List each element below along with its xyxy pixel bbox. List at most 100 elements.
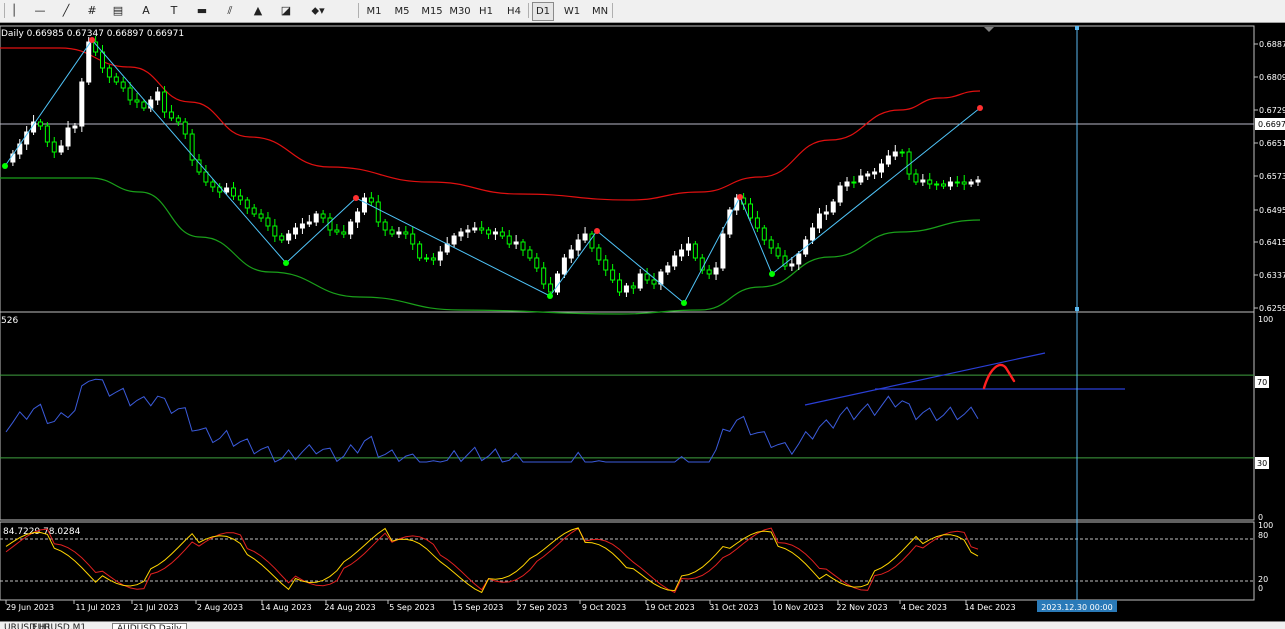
toolbar-separator [528, 3, 529, 18]
candle-body [506, 235, 512, 245]
candle-body [892, 151, 898, 157]
channel-tool[interactable]: ⫽ [219, 2, 241, 19]
zigzag-point-marker [89, 37, 95, 43]
timeframe-m5-button[interactable]: M5 [390, 2, 414, 21]
stoch-level-label: 20 [1258, 575, 1268, 584]
price-label: 0.6495 [1259, 206, 1285, 215]
zigzag-point-marker [283, 260, 289, 266]
candle-body [644, 273, 650, 281]
candle-body [58, 145, 64, 153]
chart-area[interactable]: 0.6887 0.6809 0.6729 0.6651 0.6573 0.6495 0.64… [0, 22, 1285, 628]
zigzag-point-marker [769, 271, 775, 277]
price-label: 0.6887 [1259, 40, 1285, 49]
price-label: 0.6809 [1259, 73, 1285, 82]
candle-body [492, 231, 498, 235]
timeframe-m30-button[interactable]: M30 [446, 2, 474, 21]
timeframe-m1-button[interactable]: M1 [362, 2, 386, 21]
price-label: 0.6337 [1259, 271, 1285, 280]
date-label: 5 Sep 2023 [389, 603, 435, 612]
candle-body [768, 239, 774, 249]
candle-body [685, 243, 691, 251]
horizontal-line-tool[interactable]: — [29, 2, 51, 19]
timeframe-w1-button[interactable]: W1 [560, 2, 584, 21]
date-label: 9 Oct 2023 [582, 603, 626, 612]
candle-body [348, 221, 354, 235]
candle-body [865, 173, 871, 177]
triangle-tool[interactable]: ▲ [247, 2, 269, 19]
chart-tab[interactable]: AUDUSD,Daily [112, 623, 187, 629]
candle-body [796, 253, 802, 265]
date-label: 29 Jun 2023 [6, 603, 54, 612]
timeframe-h4-button[interactable]: H4 [502, 2, 526, 21]
candle-body [837, 185, 843, 203]
chart-toolbar: │ — ╱ # ▤ A T ▬ ⫽ ▲ ◪ ⬥▾ M1 M5 M15 M30 H1 H4 D1 W1 MN [0, 0, 1285, 23]
timeframe-h1-button[interactable]: H1 [474, 2, 498, 21]
candle-body [155, 91, 161, 101]
candle-body [858, 175, 864, 183]
candle-body [679, 249, 685, 257]
candle-body [168, 111, 174, 119]
candle-body [947, 181, 953, 187]
candle-body [265, 217, 271, 227]
candle-body [527, 249, 533, 259]
period-separator-tool[interactable]: ▤ [107, 2, 129, 19]
candle-body [210, 181, 216, 188]
crosshair-handle-top [1075, 26, 1079, 30]
candle-body [313, 213, 319, 223]
candle-body [851, 181, 857, 184]
timeframe-d1-button[interactable]: D1 [532, 2, 554, 21]
price-label: 0.6415 [1259, 238, 1285, 247]
arrow-tool[interactable]: ◪ [275, 2, 297, 19]
candle-body [458, 231, 464, 237]
candle-body [368, 197, 374, 203]
zigzag-point-marker [547, 293, 553, 299]
text-tool[interactable]: A [135, 2, 157, 19]
rsi-level-label: 30 [1257, 459, 1267, 468]
date-label: 19 Oct 2023 [645, 603, 694, 612]
candle-body [341, 231, 347, 235]
candle-body [299, 223, 305, 229]
candle-body [548, 283, 554, 293]
toolbar-separator [612, 3, 613, 18]
candle-body [789, 263, 795, 267]
chart-tab[interactable]: EURUSD,M1 [28, 623, 90, 629]
candle-body [830, 201, 836, 213]
text-label-tool[interactable]: T [163, 2, 185, 19]
candle-body [899, 151, 905, 154]
candle-body [582, 233, 588, 241]
candle-body [720, 233, 726, 269]
hand-drawn-arrow-annotation [982, 363, 1016, 390]
pane-border [0, 25, 1255, 313]
date-label: 22 Nov 2023 [836, 603, 887, 612]
shapes-menu-tool[interactable]: ⬥▾ [307, 2, 329, 19]
crosshair-handle-bottom [1075, 307, 1079, 311]
candle-body [961, 181, 967, 185]
zigzag-point-marker [977, 105, 983, 111]
date-label: 11 Jul 2023 [75, 603, 120, 612]
crosshair-date-label: 2023.12.30 00:00 [1041, 603, 1112, 612]
stoch-signal-line [5, 527, 979, 594]
candle-body [293, 227, 299, 235]
date-label: 27 Sep 2023 [517, 603, 568, 612]
rectangle-tool[interactable]: ▬ [191, 2, 213, 19]
candle-body [748, 203, 754, 219]
zigzag-line [4, 39, 981, 304]
candle-body [361, 197, 367, 213]
zigzag-point-marker [737, 194, 743, 200]
candle-body [410, 233, 416, 245]
candle-body [941, 183, 947, 187]
crosshair-tool[interactable]: │ [3, 2, 25, 19]
candle-body [927, 179, 933, 185]
timeframe-m15-button[interactable]: M15 [418, 2, 446, 21]
candle-body [665, 265, 671, 273]
candle-body [224, 187, 230, 193]
candle-body [286, 233, 292, 241]
trendline-tool[interactable]: ╱ [55, 2, 77, 19]
timeframe-mn-button[interactable]: MN [588, 2, 612, 21]
candle-body [816, 213, 822, 229]
candle-body [451, 235, 457, 245]
candle-body [954, 181, 960, 184]
fibonacci-tool[interactable]: # [81, 2, 103, 19]
candle-body [465, 229, 471, 233]
candle-body [486, 229, 492, 235]
